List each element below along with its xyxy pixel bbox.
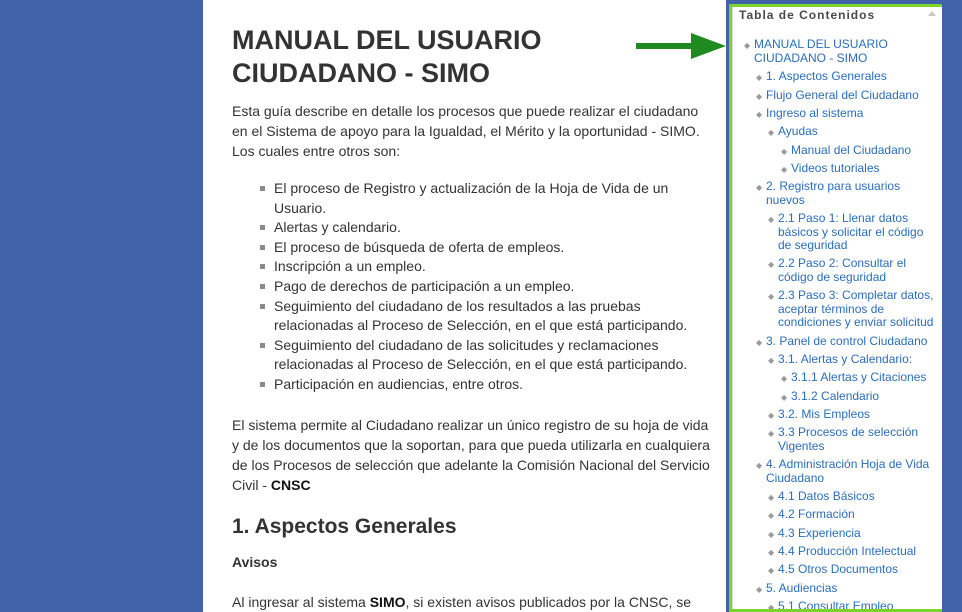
simo-acronym: SIMO (369, 594, 406, 610)
toc-link-alertas-calendario[interactable]: ◆ 3.1. Alertas y Calendario: (768, 352, 938, 367)
page-title: MANUAL DEL USUARIO CIUDADANO - SIMO (232, 24, 702, 90)
subsection-heading-avisos: Avisos (232, 554, 278, 570)
toc-link-experiencia[interactable]: ◆ 4.3 Experiencia (768, 526, 938, 541)
table-of-contents-panel: Tabla de Contenidos ◆ MANUAL DEL USUARIO … (729, 4, 948, 612)
list-item: Alertas y calendario. (246, 218, 706, 238)
toc-link-manual[interactable]: ◆ MANUAL DEL USUARIO CIUDADANO - SIMO (744, 37, 934, 65)
bullet-square-icon (260, 303, 265, 309)
toc-link-formacion[interactable]: ◆ 4.2 Formación (768, 507, 938, 522)
diamond-icon: ◆ (756, 92, 763, 101)
list-item: Inscripción a un empleo. (246, 257, 706, 277)
bullet-square-icon (260, 283, 265, 289)
toc-link-consultar-empleo[interactable]: ◆ 5.1 Consultar Empleo (768, 599, 938, 609)
green-right-arrow-icon (636, 33, 726, 59)
toc-link-ingreso-sistema[interactable]: ◆ Ingreso al sistema (756, 106, 936, 121)
diamond-icon: ◆ (781, 165, 788, 174)
diamond-icon: ◆ (768, 260, 775, 269)
bullet-square-icon (260, 264, 265, 270)
toc-link-paso-3[interactable]: ◆ 2.3 Paso 3: Completar datos, aceptar té… (768, 288, 942, 330)
right-background-strip (942, 0, 962, 612)
diamond-icon: ◆ (768, 411, 775, 420)
diamond-icon: ◆ (768, 566, 775, 575)
intro-paragraph: Esta guía describe en detalle los proces… (232, 103, 700, 159)
list-item: Seguimiento del ciudadano de los resulta… (246, 297, 706, 336)
toc-link-mis-empleos[interactable]: ◆ 3.2. Mis Empleos (768, 407, 938, 422)
toc-frame: Tabla de Contenidos ◆ MANUAL DEL USUARIO … (732, 7, 943, 609)
diamond-icon: ◆ (768, 356, 775, 365)
system-description-paragraph: El sistema permite al Ciudadano realizar… (232, 417, 710, 493)
toc-link-ayudas[interactable]: ◆ Ayudas (768, 124, 938, 139)
avisos-paragraph: Al ingresar al sistema SIMO, si existen … (232, 594, 692, 610)
toc-link-panel-control[interactable]: ◆ 3. Panel de control Ciudadano (756, 334, 940, 349)
toc-link-alertas-citaciones[interactable]: ◆ 3.1.1 Alertas y Citaciones (781, 370, 939, 385)
list-item: Participación en audiencias, entre otros… (246, 375, 706, 395)
diamond-icon: ◆ (768, 429, 775, 438)
diamond-icon: ◆ (768, 292, 775, 301)
list-item: El proceso de búsqueda de oferta de empl… (246, 238, 706, 258)
diamond-icon: ◆ (768, 128, 775, 137)
diamond-icon: ◆ (768, 511, 775, 520)
toc-link-otros-documentos[interactable]: ◆ 4.5 Otros Documentos (768, 562, 938, 577)
toc-link-flujo-general[interactable]: ◆ Flujo General del Ciudadano (756, 88, 936, 103)
bullet-square-icon (260, 342, 265, 348)
process-list: El proceso de Registro y actualización d… (246, 179, 706, 395)
toc-link-paso-1[interactable]: ◆ 2.1 Paso 1: Llenar datos básicos y soli… (768, 211, 940, 253)
bullet-square-icon (260, 244, 265, 250)
diamond-icon: ◆ (768, 493, 775, 502)
bullet-square-icon (260, 186, 265, 191)
toc-title: Tabla de Contenidos (739, 8, 876, 22)
diamond-icon: ◆ (781, 147, 788, 156)
list-item: Seguimiento del ciudadano de las solicit… (246, 336, 706, 375)
triangle-up-icon[interactable] (928, 11, 936, 16)
diamond-icon: ◆ (744, 41, 751, 50)
toc-link-procesos-seleccion[interactable]: ◆ 3.3 Procesos de selección Vigentes (768, 425, 928, 453)
bullet-square-icon (260, 381, 265, 387)
diamond-icon: ◆ (756, 110, 763, 119)
diamond-icon: ◆ (756, 183, 763, 192)
toc-link-calendario[interactable]: ◆ 3.1.2 Calendario (781, 389, 939, 404)
manual-content: MANUAL DEL USUARIO CIUDADANO - SIMO Esta … (203, 0, 726, 612)
diamond-icon: ◆ (768, 603, 775, 612)
toc-link-paso-2[interactable]: ◆ 2.2 Paso 2: Consultar el código de segu… (768, 256, 928, 284)
toc-link-registro-usuarios[interactable]: ◆ 2. Registro para usuarios nuevos (756, 179, 916, 207)
diamond-icon: ◆ (756, 585, 763, 594)
diamond-icon: ◆ (781, 393, 788, 402)
toc-link-hoja-de-vida[interactable]: ◆ 4. Administración Hoja de Vida Ciudadan… (756, 457, 940, 485)
bullet-square-icon (260, 225, 265, 231)
diamond-icon: ◆ (768, 215, 775, 224)
section-heading-aspectos-generales: 1. Aspectos Generales (232, 515, 457, 538)
toc-link-produccion-intelectual[interactable]: ◆ 4.4 Producción Intelectual (768, 544, 938, 559)
toc-link-videos-tutoriales[interactable]: ◆ Videos tutoriales (781, 161, 939, 176)
list-item: El proceso de Registro y actualización d… (246, 179, 706, 218)
diamond-icon: ◆ (768, 548, 775, 557)
toc-link-audiencias[interactable]: ◆ 5. Audiencias (756, 581, 936, 596)
toc-link-aspectos-generales[interactable]: ◆ 1. Aspectos Generales (756, 69, 936, 84)
diamond-icon: ◆ (781, 374, 788, 383)
diamond-icon: ◆ (756, 73, 763, 82)
toc-link-manual-ciudadano[interactable]: ◆ Manual del Ciudadano (781, 143, 939, 158)
toc-link-datos-basicos[interactable]: ◆ 4.1 Datos Básicos (768, 489, 938, 504)
list-item: Pago de derechos de participación a un e… (246, 277, 706, 297)
title-line-1: MANUAL DEL USUARIO (232, 25, 542, 55)
title-line-2: CIUDADANO - SIMO (232, 58, 490, 88)
diamond-icon: ◆ (756, 338, 763, 347)
diamond-icon: ◆ (768, 530, 775, 539)
cnsc-acronym: CNSC (270, 477, 311, 493)
diamond-icon: ◆ (756, 461, 763, 470)
